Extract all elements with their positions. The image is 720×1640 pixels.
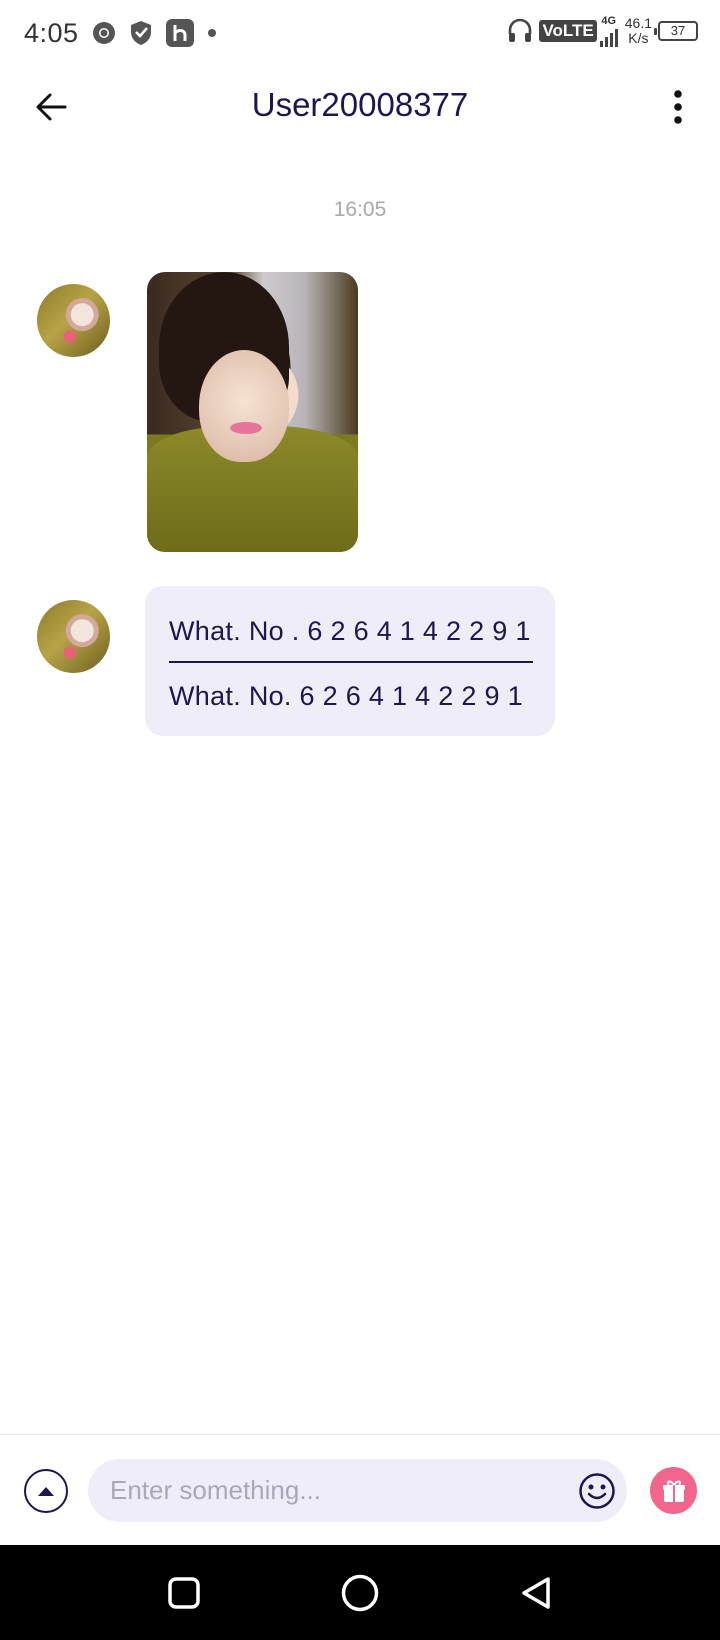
signal-icon [599,29,618,47]
network-speed: 46.1 K/s [624,14,652,46]
status-time: 4:05 [24,17,79,48]
message-divider [169,661,533,663]
text-message-bubble[interactable]: What. No . 6 2 6 4 1 4 2 2 9 1 What. No.… [145,586,555,736]
battery-icon: 37 [654,20,698,41]
image-message[interactable] [147,272,358,552]
page-title: User20008377 [251,86,469,123]
dot-icon [207,29,216,37]
message-timestamp: 16:05 [333,198,387,221]
gift-button[interactable] [650,1467,697,1514]
network-gen-label: 4G [601,15,617,27]
volte-badge: VoLTE [539,19,597,42]
gift-icon [662,1480,685,1502]
triangle-back-icon [522,1577,550,1609]
speed-unit: K/s [628,29,649,46]
avatar[interactable] [37,284,110,357]
network-gen-signal: 4G [599,14,619,47]
message-line-2: What. No. 6 2 6 4 1 4 2 2 9 1 [169,681,523,711]
avatar[interactable] [37,600,110,673]
emoji-icon [579,1473,615,1509]
system-nav-bar [0,1545,720,1640]
message-input[interactable] [110,1459,540,1522]
home-button[interactable] [339,1572,381,1614]
h-app-icon [165,19,194,47]
message-input-container [88,1459,627,1522]
photo-face [199,350,289,462]
photo-lips [230,422,262,434]
expand-menu-button[interactable] [24,1469,68,1513]
status-right: VoLTE 4G 46.1 K/s 37 [507,14,698,47]
chat-header: User20008377 [0,66,720,148]
circle-icon [341,1574,379,1612]
more-options-button[interactable] [658,84,698,130]
message-line-1: What. No . 6 2 6 4 1 4 2 2 9 1 [169,616,531,646]
recents-button[interactable] [163,1572,205,1614]
input-divider [0,1434,720,1435]
speed-value: 46.1 [624,14,652,31]
triangle-up-icon [38,1487,54,1496]
more-vertical-icon [674,90,682,124]
emoji-button[interactable] [577,1471,617,1511]
status-bar: 4:05 VoLTE 4G 46.1 K/s 37 [0,0,720,66]
nav-back-button[interactable] [515,1572,557,1614]
chrome-icon [92,22,115,44]
notification-icons [91,18,217,48]
shield-icon [130,21,151,45]
headphones-icon [509,18,532,42]
square-icon [168,1577,200,1609]
